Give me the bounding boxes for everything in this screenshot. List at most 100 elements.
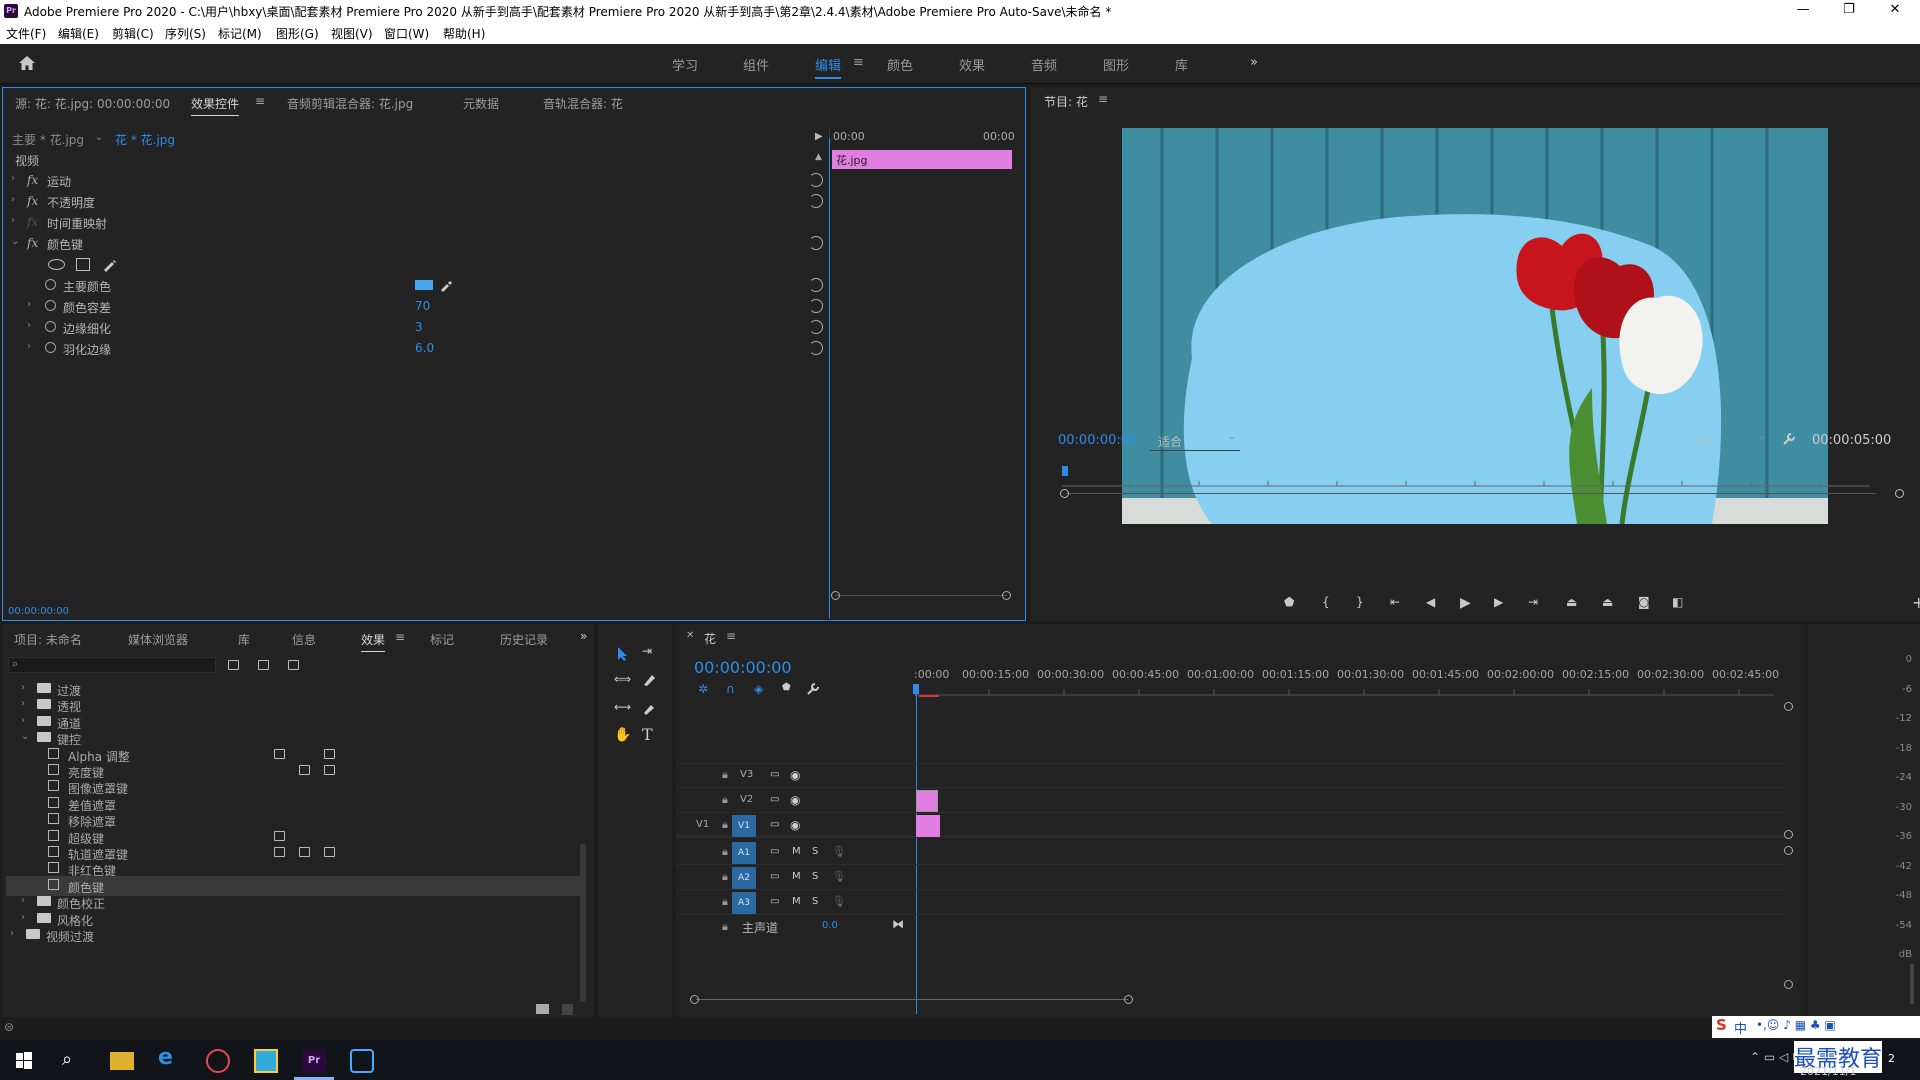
- menu-help[interactable]: 帮助(H): [443, 25, 485, 42]
- chevron-right-icon[interactable]: ›: [11, 215, 15, 226]
- paint-app-icon[interactable]: [254, 1049, 278, 1073]
- ec-timecode[interactable]: 00:00:00:00: [8, 606, 69, 617]
- stopwatch-icon[interactable]: [45, 279, 56, 290]
- slip-tool-icon[interactable]: ⟷: [614, 700, 631, 714]
- pen-tool-icon[interactable]: [642, 701, 656, 715]
- scroll-handle-mid2[interactable]: [1784, 846, 1793, 855]
- menu-view[interactable]: 视图(V): [331, 25, 373, 42]
- lock-icon[interactable]: 🔒︎: [722, 870, 728, 884]
- premiere-taskbar-icon[interactable]: Pr: [302, 1049, 326, 1073]
- new-bin-icon[interactable]: [536, 1004, 549, 1014]
- reset-icon[interactable]: [809, 320, 823, 334]
- mark-in-icon[interactable]: {: [1322, 595, 1330, 609]
- go-to-in-icon[interactable]: ⇤: [1390, 595, 1400, 609]
- step-back-icon[interactable]: ◀: [1426, 595, 1435, 609]
- snap-icon[interactable]: ∩: [726, 682, 735, 696]
- minimize-button[interactable]: —: [1780, 0, 1826, 22]
- program-timecode[interactable]: 00:00:00:00: [1058, 433, 1137, 448]
- menu-sequence[interactable]: 序列(S): [165, 25, 206, 42]
- chevron-right-icon[interactable]: ›: [21, 895, 25, 906]
- source-patch[interactable]: V1: [696, 819, 709, 830]
- zoom-bar[interactable]: [1066, 493, 1876, 494]
- scroll-handle-bottom[interactable]: [1784, 980, 1793, 989]
- track-target-a3[interactable]: A3: [732, 892, 756, 914]
- app-icon[interactable]: [350, 1049, 374, 1073]
- tab-markers[interactable]: 标记: [430, 631, 454, 648]
- close-button[interactable]: ✕: [1872, 0, 1918, 22]
- fx-icon[interactable]: fx: [27, 173, 38, 187]
- chevron-right-icon[interactable]: ›: [27, 341, 31, 352]
- timeline-playhead[interactable]: [913, 684, 919, 694]
- linked-selection-icon[interactable]: ◈: [754, 682, 763, 696]
- scroll-handle-left[interactable]: [831, 591, 840, 600]
- add-button-icon[interactable]: +: [1912, 593, 1920, 612]
- track-label[interactable]: V2: [740, 794, 753, 805]
- sync-lock-icon[interactable]: ▭: [770, 871, 779, 882]
- search-icon[interactable]: ⌕: [62, 1049, 86, 1073]
- workspace-audio[interactable]: 音频: [1031, 55, 1057, 74]
- effects-search-input[interactable]: ⌕: [8, 657, 216, 673]
- menu-graphics[interactable]: 图形(G): [276, 25, 319, 42]
- program-title[interactable]: 节目: 花: [1044, 93, 1088, 110]
- reset-icon[interactable]: [809, 194, 823, 208]
- windows-start-icon[interactable]: [14, 1049, 38, 1073]
- ellipse-mask-icon[interactable]: [48, 259, 65, 270]
- accelerated-effects-icon[interactable]: [228, 660, 239, 670]
- reset-icon[interactable]: [809, 341, 823, 355]
- chevron-right-icon[interactable]: ›: [11, 173, 15, 184]
- effect-row-time-remap[interactable]: › fx 时间重映射: [3, 212, 829, 233]
- workspace-libraries[interactable]: 库: [1175, 55, 1188, 74]
- chevron-right-icon[interactable]: ›: [21, 912, 25, 923]
- chevron-down-icon[interactable]: ⌄: [11, 236, 19, 247]
- tab-audio-track-mixer[interactable]: 音轨混合器: 花: [543, 95, 623, 112]
- delete-icon[interactable]: [562, 1004, 573, 1015]
- selection-tool-icon[interactable]: [616, 646, 630, 662]
- panel-menu-icon[interactable]: ≡: [726, 629, 736, 643]
- menu-window[interactable]: 窗口(W): [384, 25, 429, 42]
- param-value[interactable]: 70: [415, 299, 430, 313]
- fx-icon[interactable]: fx: [27, 194, 38, 208]
- workspace-graphics[interactable]: 图形: [1103, 55, 1129, 74]
- tab-libraries[interactable]: 库: [238, 631, 250, 648]
- snipping-tool-icon[interactable]: [206, 1049, 230, 1073]
- file-explorer-icon[interactable]: [110, 1052, 134, 1070]
- mic-icon[interactable]: 🎙︎: [832, 845, 846, 858]
- yuv-effects-icon[interactable]: [288, 660, 299, 670]
- menu-edit[interactable]: 编辑(E): [58, 25, 99, 42]
- menu-clip[interactable]: 剪辑(C): [112, 25, 154, 42]
- program-playhead[interactable]: [1062, 466, 1068, 476]
- lock-icon[interactable]: 🔒︎: [722, 845, 728, 859]
- effect-row-opacity[interactable]: › fx 不透明度: [3, 191, 829, 212]
- chevron-right-icon[interactable]: ›: [27, 299, 31, 310]
- eye-icon[interactable]: ◉: [790, 818, 800, 832]
- mic-icon[interactable]: 🎙︎: [832, 870, 846, 883]
- program-video-frame[interactable]: [1122, 128, 1828, 524]
- wrench-icon[interactable]: [1782, 432, 1796, 446]
- step-forward-icon[interactable]: ▶: [1494, 595, 1503, 609]
- workspace-color[interactable]: 颜色: [887, 55, 913, 74]
- reset-icon[interactable]: [809, 299, 823, 313]
- tab-effect-controls[interactable]: 效果控件: [191, 95, 240, 116]
- collapse-up-icon[interactable]: ▲: [815, 152, 822, 162]
- status-icon[interactable]: ⊜: [4, 1020, 14, 1034]
- chevron-down-icon[interactable]: ⌄: [1758, 431, 1766, 442]
- 32bit-effects-icon[interactable]: [258, 660, 269, 670]
- panel-more-icon[interactable]: »: [580, 629, 587, 643]
- mic-icon[interactable]: 🎙︎: [832, 895, 846, 908]
- workspace-more-icon[interactable]: »: [1250, 55, 1258, 70]
- comparison-view-icon[interactable]: ◧: [1672, 595, 1683, 609]
- tab-menu-icon[interactable]: ≡: [255, 94, 265, 108]
- track-target-v1[interactable]: V1: [732, 815, 756, 837]
- sogou-ime-icon[interactable]: S: [1716, 1016, 1727, 1034]
- chevron-right-icon[interactable]: ›: [21, 698, 25, 709]
- workspace-learn[interactable]: 学习: [672, 55, 698, 74]
- mute-button[interactable]: M: [792, 896, 801, 907]
- fit-dropdown[interactable]: 适合: [1158, 433, 1182, 450]
- ec-clip-bar[interactable]: 花.jpg: [832, 150, 1012, 169]
- pen-mask-icon[interactable]: [101, 257, 117, 273]
- tab-audio-clip-mixer[interactable]: 音频剪辑混合器: 花.jpg: [287, 95, 413, 112]
- menu-file[interactable]: 文件(F): [6, 25, 46, 42]
- lock-icon[interactable]: 🔒︎: [722, 818, 728, 832]
- param-value[interactable]: 6.0: [415, 341, 434, 355]
- stopwatch-icon[interactable]: [45, 321, 56, 332]
